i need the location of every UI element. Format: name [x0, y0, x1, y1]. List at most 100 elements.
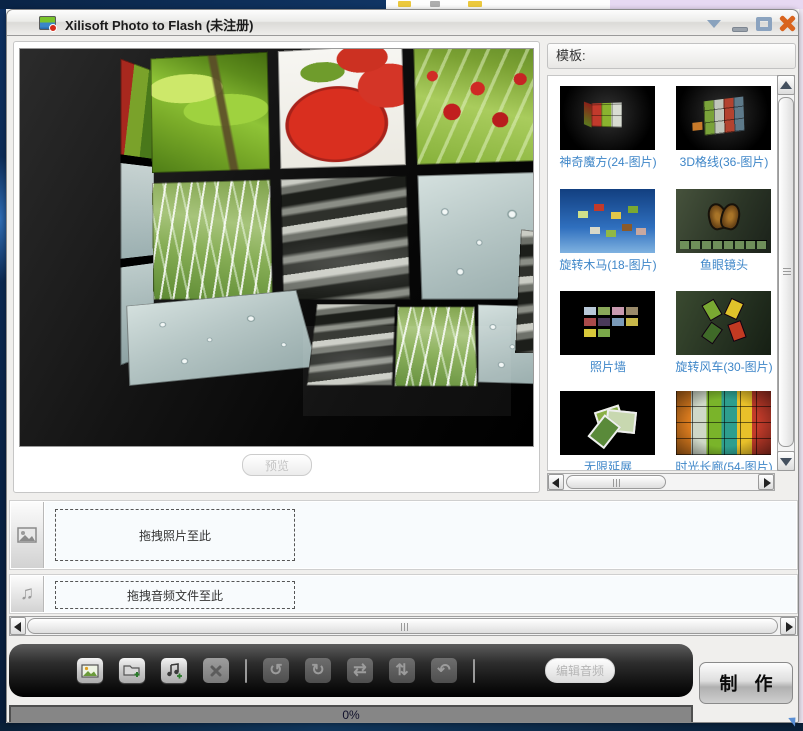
add-folder-button[interactable] [119, 658, 145, 683]
thumbnail-art [578, 211, 588, 218]
progress-percent: 0% [342, 708, 359, 722]
cube-tile [278, 48, 406, 169]
scroll-down-button[interactable] [777, 451, 795, 471]
toolbar-separator [473, 659, 475, 683]
template-label[interactable]: 时光长廊(54-图片) [664, 460, 779, 471]
close-button[interactable] [776, 10, 799, 36]
template-label[interactable]: 鱼眼镜头 [664, 258, 779, 272]
toolbar: ↺ ↻ ⇄ ⇅ ↶ 编辑音频 [9, 644, 693, 697]
scroll-right-button[interactable] [758, 474, 774, 490]
template-label[interactable]: 照片墙 [548, 360, 668, 374]
triangle-down-icon [780, 458, 792, 466]
template-thumbnail-fisheye[interactable] [676, 189, 771, 253]
chevron-down-icon [707, 20, 721, 28]
template-label[interactable]: 旋转风车(30-图片) [664, 360, 779, 374]
thumbnail-art [729, 321, 746, 340]
scroll-up-button[interactable] [777, 75, 795, 95]
timeline-scroll-right-button[interactable] [780, 617, 796, 635]
template-thumbnail-carousel[interactable] [560, 189, 655, 253]
delete-button[interactable] [203, 658, 229, 683]
cube-tile [151, 52, 270, 173]
undo-icon: ↶ [437, 663, 450, 679]
preview-panel: 预览 [13, 41, 540, 493]
audio-track-row: ♫ 拖拽音频文件至此 [9, 574, 798, 614]
screen: Xilisoft Photo to Flash (未注册) [0, 0, 803, 731]
add-photo-button[interactable] [77, 658, 103, 683]
templates-panel: 模板: 神奇魔方(24-图片) 3D格线(36-图片) [547, 41, 796, 493]
title-bar[interactable]: Xilisoft Photo to Flash (未注册) [7, 10, 798, 36]
template-label[interactable]: 3D格线(36-图片) [664, 155, 779, 169]
template-thumbnail-time-corridor[interactable] [676, 391, 771, 455]
add-photo-icon [81, 664, 99, 678]
app-window: Xilisoft Photo to Flash (未注册) [6, 9, 799, 723]
photo-drop-target[interactable]: 拖拽照片至此 [55, 509, 295, 561]
thumbnail-art [704, 97, 745, 136]
desktop-icon [430, 1, 440, 7]
music-note-icon: ♫ [20, 583, 34, 605]
desktop-strip [610, 0, 803, 9]
reorder-vertical-button[interactable]: ⇅ [389, 658, 415, 683]
cube-tile [281, 176, 411, 300]
photo-track-icon-cell [11, 502, 44, 568]
template-thumbnail-pinwheel[interactable] [676, 291, 771, 355]
maximize-button[interactable] [753, 10, 777, 36]
preview-button[interactable]: 预览 [242, 454, 312, 476]
template-thumbnail-photo-wall[interactable] [560, 291, 655, 355]
maximize-icon [756, 17, 772, 31]
template-label[interactable]: 神奇魔方(24-图片) [548, 155, 668, 169]
preview-screen [19, 48, 534, 447]
triangle-right-icon [764, 478, 771, 488]
desktop-strip [386, 0, 610, 9]
rotate-left-button[interactable]: ↺ [263, 658, 289, 683]
delete-icon [210, 665, 222, 677]
horizontal-scroll-thumb[interactable] [566, 475, 666, 489]
desktop-icon [468, 1, 482, 7]
cube-tile [152, 180, 273, 300]
minimize-button[interactable] [729, 10, 753, 36]
desktop-icon [398, 1, 411, 7]
make-button[interactable]: 制 作 [699, 662, 793, 704]
templates-list: 神奇魔方(24-图片) 3D格线(36-图片) 旋转木马(18-图片) [547, 75, 779, 471]
thumbnail-art [584, 307, 596, 315]
desktop-strip [799, 9, 803, 723]
add-audio-icon [165, 663, 183, 679]
vertical-scroll-thumb[interactable] [778, 97, 794, 447]
audio-drop-zone[interactable]: 拖拽音频文件至此 [45, 576, 796, 612]
edit-audio-button[interactable]: 编辑音频 [545, 658, 615, 683]
template-label[interactable]: 旋转木马(18-图片) [548, 258, 668, 272]
timeline-scroll-thumb[interactable] [27, 618, 778, 634]
triangle-left-icon [14, 622, 21, 632]
template-label[interactable]: 无限延展 [548, 460, 668, 471]
cube-tile [126, 290, 317, 386]
rotate-right-icon: ↻ [311, 663, 324, 679]
swap-horizontal-button[interactable]: ⇄ [347, 658, 373, 683]
minimize-icon [732, 27, 748, 32]
add-audio-button[interactable] [161, 658, 187, 683]
rotate-left-icon: ↺ [269, 663, 282, 679]
timeline-scroll-left-button[interactable] [10, 617, 26, 635]
template-thumbnail-spread[interactable] [560, 391, 655, 455]
template-thumbnail-magic-cube[interactable] [560, 86, 655, 150]
preview-button-row: 预览 [14, 448, 539, 492]
thumbnail-art [592, 102, 622, 127]
cube-front-face [151, 48, 534, 311]
rotate-right-button[interactable]: ↻ [305, 658, 331, 683]
app-icon [39, 16, 56, 30]
triangle-right-icon [786, 622, 793, 632]
thumbnail-art [594, 404, 624, 429]
desktop-strip [0, 723, 803, 731]
template-thumbnail-3d-grid[interactable] [676, 86, 771, 150]
undo-button[interactable]: ↶ [431, 658, 457, 683]
photo-drop-zone[interactable]: 拖拽照片至此 [45, 502, 796, 568]
scroll-left-button[interactable] [548, 474, 564, 490]
window-menu-button[interactable] [701, 10, 727, 36]
cube-tile [417, 172, 534, 300]
triangle-left-icon [552, 478, 559, 488]
templates-header: 模板: [547, 43, 796, 69]
cube-tile [413, 48, 534, 165]
toolbar-separator [245, 659, 247, 683]
photo-track-row: 拖拽照片至此 [9, 500, 798, 570]
audio-drop-target[interactable]: 拖拽音频文件至此 [55, 581, 295, 609]
filmstrip-art [680, 240, 767, 249]
triangle-up-icon [780, 81, 792, 89]
